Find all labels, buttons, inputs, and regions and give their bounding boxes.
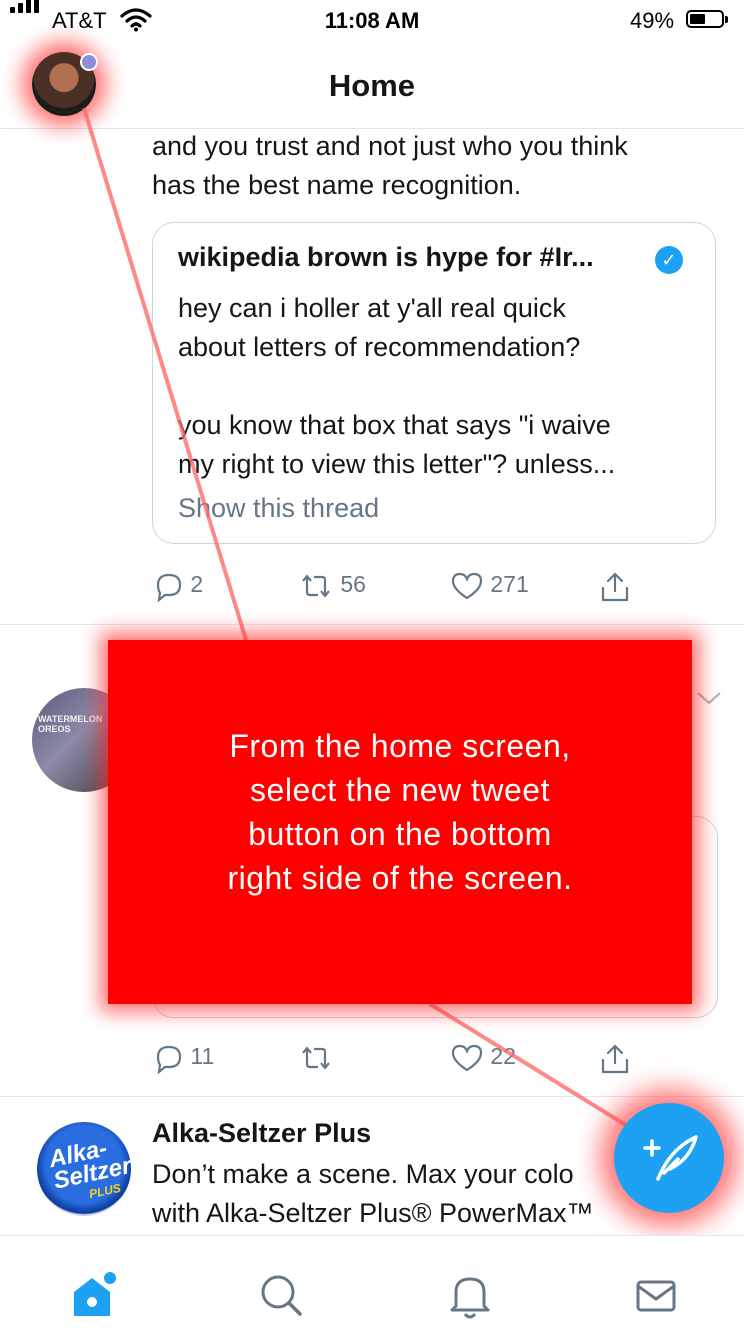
notifications-icon [450, 1277, 490, 1319]
divider [0, 1096, 744, 1097]
reply-button[interactable]: 11 [152, 1042, 215, 1075]
retweet-button[interactable] [298, 1042, 334, 1074]
verified-badge-icon: ✓ [655, 246, 683, 274]
instruction-callout: From the home screen, select the new twe… [108, 640, 692, 1004]
avatar-sign-text: WATERMELON OREOS [38, 714, 103, 734]
retweet-icon [302, 1046, 330, 1070]
battery-icon [686, 10, 728, 28]
heart-icon [451, 572, 483, 600]
like-button[interactable]: 22 [450, 1042, 516, 1074]
tab-search[interactable] [250, 1266, 310, 1326]
reply-icon [156, 573, 182, 603]
reply-count: 2 [190, 571, 204, 598]
retweet-count: 56 [340, 571, 366, 598]
share-button[interactable] [598, 570, 632, 604]
chevron-down-icon[interactable] [696, 690, 722, 706]
reply-button[interactable]: 2 [152, 570, 204, 603]
divider [0, 624, 744, 625]
page-title: Home [328, 68, 416, 103]
like-count: 271 [490, 571, 529, 598]
home-icon [74, 1272, 116, 1316]
messages-icon [636, 1280, 676, 1312]
unread-dot [80, 53, 98, 71]
top-nav: Home [0, 40, 744, 129]
share-button[interactable] [598, 1042, 632, 1076]
compose-feather-icon [643, 1135, 698, 1181]
retweet-button[interactable]: 56 [298, 570, 366, 602]
battery-percent: 49% [630, 8, 675, 33]
promoted-author-name: Alka-Seltzer Plus [152, 1118, 372, 1148]
retweet-icon [302, 574, 330, 598]
quoted-tweet-text: hey can i holler at y'all real quick abo… [178, 293, 616, 479]
promoted-avatar-logo[interactable]: Alka-Seltzer PLUS [37, 1122, 131, 1216]
tweet-text: and you trust and not just who you think… [152, 131, 628, 200]
tab-messages[interactable] [626, 1266, 686, 1326]
compose-tweet-button[interactable] [614, 1103, 724, 1213]
status-bar: AT&T 11:08 AM 49% [0, 0, 744, 40]
reply-icon [156, 1045, 182, 1075]
instruction-text: From the home screen, select the new twe… [227, 728, 573, 896]
bottom-tab-bar [0, 1235, 744, 1335]
search-icon [261, 1275, 302, 1316]
show-thread-link[interactable]: Show this thread [178, 493, 379, 524]
tab-notifications[interactable] [440, 1266, 500, 1326]
reply-count: 11 [190, 1043, 215, 1070]
like-button[interactable]: 271 [450, 570, 529, 602]
share-icon [601, 572, 629, 602]
quoted-tweet-author: wikipedia brown is hype for #Ir... [178, 242, 594, 272]
like-count: 22 [490, 1043, 516, 1070]
tab-home[interactable] [64, 1266, 124, 1326]
heart-icon [451, 1044, 483, 1072]
share-icon [601, 1044, 629, 1074]
